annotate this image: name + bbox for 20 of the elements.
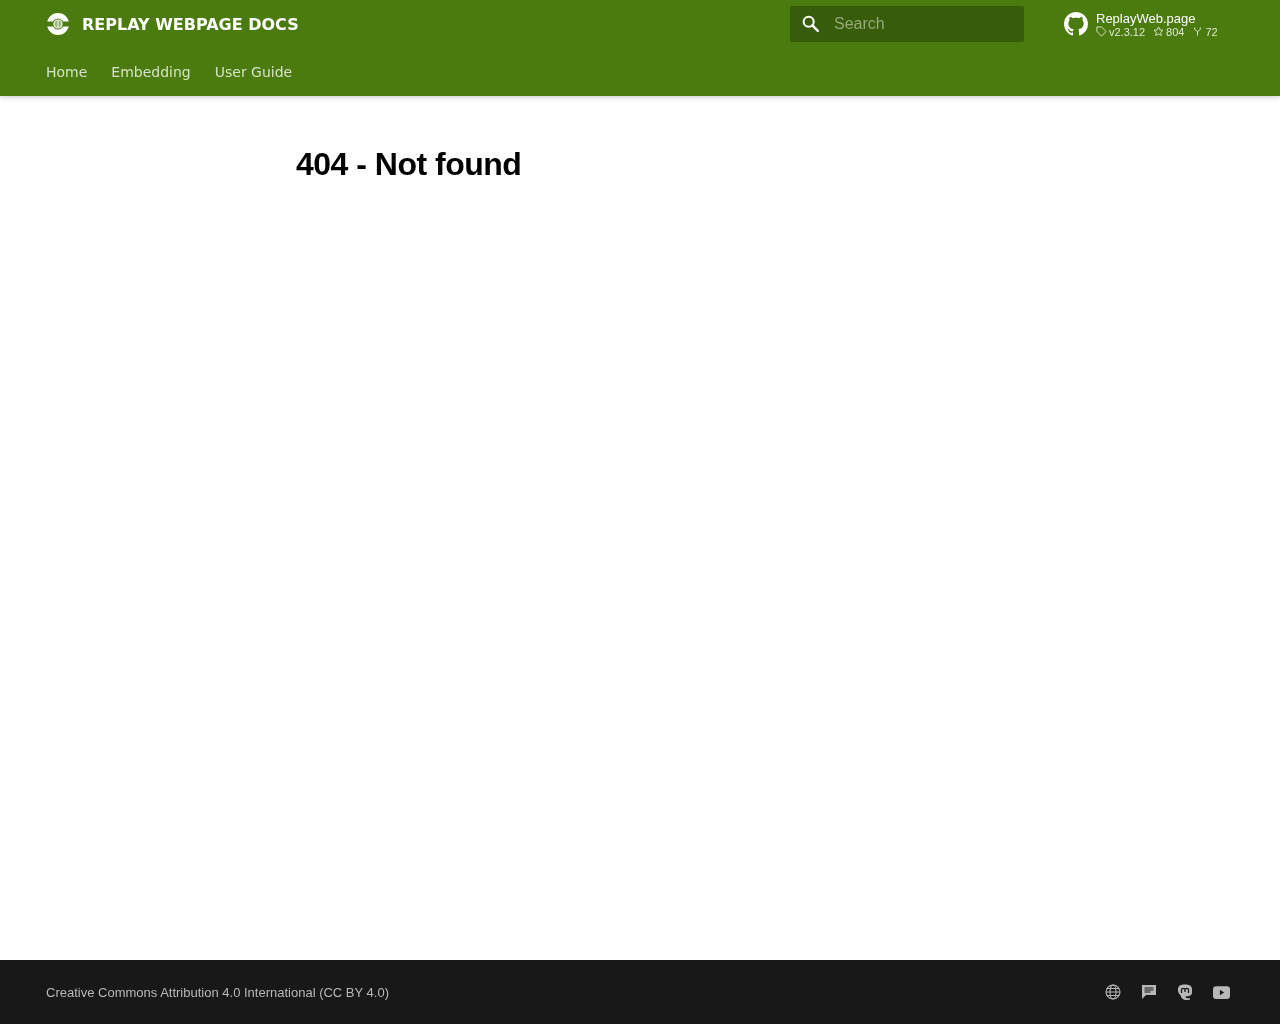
forks-count: 72 <box>1205 25 1218 38</box>
fork-icon <box>1192 26 1204 37</box>
page-heading: 404 - Not found <box>296 146 523 183</box>
tag-icon <box>1096 26 1107 37</box>
logo-icon[interactable] <box>46 12 70 36</box>
chat-icon[interactable] <box>1141 984 1157 1000</box>
github-icon <box>1064 12 1088 36</box>
mastodon-icon[interactable] <box>1177 984 1193 1000</box>
copyright-text: Creative Commons Attribution 4.0 International (CC BY 4.0) <box>46 984 389 1000</box>
nav-tab[interactable]: Embedding <box>111 64 191 80</box>
star-icon <box>1153 26 1165 37</box>
globe-icon[interactable] <box>1105 984 1121 1000</box>
version-text: v2.3.12 <box>1109 25 1146 38</box>
nav-tab[interactable]: Home <box>46 64 88 80</box>
youtube-icon[interactable] <box>1213 985 1230 999</box>
repository-link[interactable]: ReplayWeb.page v2.3.12 804 72 <box>1064 10 1234 38</box>
stars-count: 804 <box>1166 25 1185 38</box>
site-title[interactable]: REPLAY WEBPAGE DOCS <box>82 14 299 34</box>
search-field[interactable]: Search <box>790 6 1024 42</box>
nav-tab[interactable]: User Guide <box>214 64 293 80</box>
